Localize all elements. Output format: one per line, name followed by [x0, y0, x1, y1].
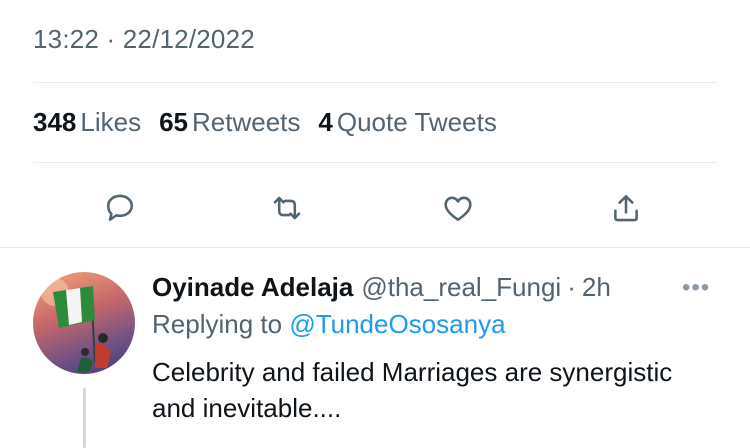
quote-tweets-stat[interactable]: 4 Quote Tweets	[318, 107, 496, 138]
quote-tweets-label: Quote Tweets	[336, 107, 497, 137]
retweets-label: Retweets	[192, 107, 301, 137]
likes-count: 348	[33, 107, 77, 137]
display-name[interactable]: Oyinade Adelaja	[152, 272, 353, 303]
quote-tweets-count: 4	[318, 107, 333, 137]
separator: ·	[567, 272, 576, 302]
heart-icon	[444, 196, 472, 221]
like-button[interactable]	[438, 188, 478, 228]
more-options-button[interactable]: •••	[682, 274, 710, 302]
share-icon	[614, 195, 638, 222]
likes-label: Likes	[80, 107, 142, 137]
thread-line	[83, 388, 86, 448]
divider	[33, 162, 717, 163]
retweet-icon	[273, 196, 301, 220]
avatar-image	[41, 278, 111, 372]
reply-text: Celebrity and failed Marriages are syner…	[152, 357, 673, 423]
reply-button[interactable]	[100, 188, 140, 228]
replying-to: Replying to @TundeOsosanya	[152, 309, 730, 340]
reply-icon	[106, 194, 134, 221]
tweet-action-bar	[0, 188, 750, 228]
reply-header: Oyinade Adelaja @tha_real_Fungi · 2h	[152, 272, 730, 303]
avatar[interactable]	[33, 272, 135, 374]
likes-stat[interactable]: 348 Likes	[33, 107, 141, 138]
retweet-button[interactable]	[267, 188, 307, 228]
tweet-stats: 348 Likes 65 Retweets 4 Quote Tweets	[33, 107, 497, 138]
tweet-timestamp[interactable]: 13:22 · 22/12/2022	[33, 24, 255, 55]
retweets-stat[interactable]: 65 Retweets	[159, 107, 300, 138]
replying-to-mention[interactable]: @TundeOsosanya	[289, 309, 505, 339]
share-button[interactable]	[606, 188, 646, 228]
reply-content: Oyinade Adelaja @tha_real_Fungi · 2h •••…	[152, 272, 730, 426]
replying-to-label: Replying to	[152, 309, 283, 339]
retweets-count: 65	[159, 107, 189, 137]
reply-time[interactable]: 2h	[582, 272, 611, 303]
user-handle[interactable]: @tha_real_Fungi	[361, 272, 561, 303]
divider	[33, 82, 717, 83]
reply-tweet[interactable]: Oyinade Adelaja @tha_real_Fungi · 2h •••…	[0, 248, 750, 448]
